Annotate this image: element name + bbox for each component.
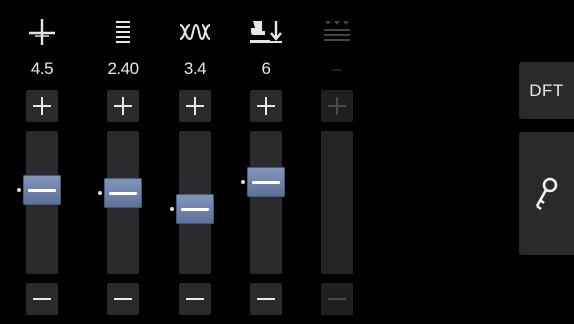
presser-foot-pressure-icon — [235, 17, 297, 49]
lock-settings-button[interactable] — [519, 132, 574, 255]
stitch-length-column: 2.40 — [92, 0, 154, 324]
plus-icon — [328, 97, 346, 115]
thread-tension-decrease-button[interactable] — [179, 283, 211, 315]
feed-dogs-icon — [306, 17, 368, 49]
stitch-width-decrease-button[interactable] — [26, 283, 58, 315]
stitch-length-slider-thumb[interactable] — [104, 178, 142, 209]
thread-tension-column: 3.4 — [164, 0, 226, 324]
minus-icon — [186, 298, 204, 300]
thumb-grip — [28, 188, 56, 192]
stitch-length-value: 2.40 — [107, 59, 139, 78]
stitch-width-value: 4.5 — [30, 59, 54, 78]
feed-dogs-decrease-button[interactable] — [321, 283, 353, 315]
thread-tension-default-marker — [170, 207, 174, 212]
presser-foot-pressure-default-marker — [241, 180, 245, 185]
thread-tension-value: 3.4 — [183, 59, 207, 78]
stitch-width-slider-thumb[interactable] — [23, 175, 61, 206]
minus-icon — [33, 298, 51, 300]
thread-tension-icon — [164, 17, 226, 49]
thread-tension-increase-button[interactable] — [179, 90, 211, 122]
stitch-length-icon — [92, 17, 154, 49]
default-settings-button[interactable]: DFT — [519, 62, 574, 119]
feed-dogs-value: – — [332, 59, 342, 78]
presser-foot-pressure-decrease-button[interactable] — [250, 283, 282, 315]
stitch-width-default-marker — [17, 188, 21, 193]
minus-icon — [114, 298, 132, 300]
plus-icon — [257, 97, 275, 115]
thread-tension-slider-thumb[interactable] — [176, 194, 214, 225]
thumb-grip — [181, 207, 209, 211]
presser-foot-pressure-increase-button[interactable] — [250, 90, 282, 122]
stitch-length-default-marker — [98, 191, 102, 196]
needle-position-icon — [11, 17, 73, 49]
thumb-grip — [109, 191, 137, 195]
presser-foot-pressure-value: 6 — [261, 59, 271, 78]
minus-icon — [257, 298, 275, 300]
thumb-grip — [252, 180, 280, 184]
stitch-settings-panel: 4.5 2.40 3.4 6 – DFT — [0, 0, 574, 324]
feed-dogs-slider-track[interactable] — [321, 131, 353, 274]
plus-icon — [114, 97, 132, 115]
plus-icon — [186, 97, 204, 115]
presser-foot-pressure-slider-track[interactable] — [250, 131, 282, 274]
presser-foot-pressure-column: 6 — [235, 0, 297, 324]
key-icon — [535, 177, 557, 210]
stitch-length-increase-button[interactable] — [107, 90, 139, 122]
stitch-width-column: 4.5 — [11, 0, 73, 324]
feed-dogs-column: – — [306, 0, 368, 324]
plus-icon — [33, 97, 51, 115]
minus-icon — [328, 298, 346, 300]
feed-dogs-increase-button[interactable] — [321, 90, 353, 122]
stitch-length-decrease-button[interactable] — [107, 283, 139, 315]
default-settings-label: DFT — [529, 80, 564, 100]
presser-foot-pressure-slider-thumb[interactable] — [247, 167, 285, 198]
stitch-width-increase-button[interactable] — [26, 90, 58, 122]
